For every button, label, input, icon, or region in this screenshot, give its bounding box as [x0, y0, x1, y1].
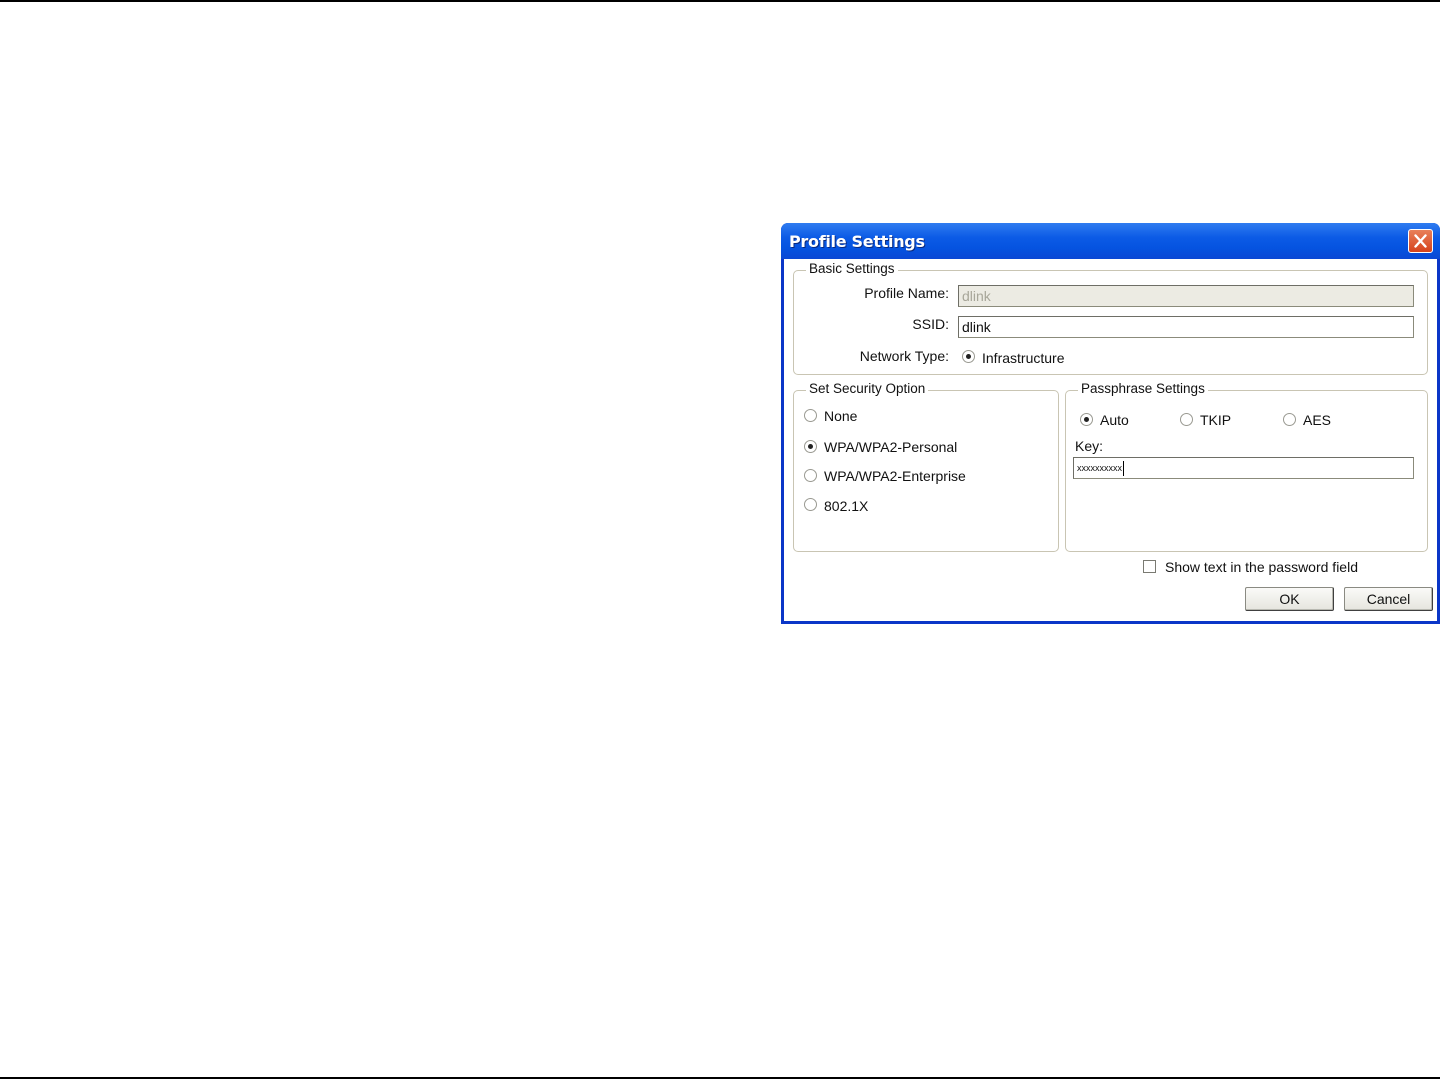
close-button[interactable] — [1408, 229, 1433, 253]
basic-settings-legend: Basic Settings — [806, 261, 898, 276]
security-wpa-enterprise-label: WPA/WPA2-Enterprise — [824, 468, 966, 484]
security-option-legend: Set Security Option — [806, 381, 929, 396]
passphrase-aes-radio[interactable] — [1283, 413, 1296, 426]
dialog-client-area: Basic Settings Profile Name: dlink SSID:… — [784, 259, 1437, 621]
passphrase-tkip-radio[interactable] — [1180, 413, 1193, 426]
dialog-title: Profile Settings — [789, 232, 925, 251]
page-top-rule — [0, 0, 1440, 2]
cancel-button[interactable]: Cancel — [1344, 587, 1433, 611]
passphrase-aes-label: AES — [1303, 412, 1332, 428]
show-text-checkbox[interactable] — [1143, 560, 1156, 573]
security-wpa-personal-label: WPA/WPA2-Personal — [824, 439, 958, 455]
network-type-label: Network Type: — [859, 348, 949, 364]
passphrase-settings-legend: Passphrase Settings — [1078, 381, 1208, 396]
key-label: Key: — [1075, 438, 1104, 454]
text-caret — [1123, 461, 1124, 476]
profile-settings-dialog: Profile Settings Basic Settings Profile … — [781, 223, 1440, 624]
key-field-value: xxxxxxxxxx — [1077, 462, 1122, 473]
security-none-label: None — [824, 408, 858, 424]
profile-name-label: Profile Name: — [864, 285, 949, 301]
ok-button[interactable]: OK — [1245, 587, 1334, 611]
ssid-label: SSID: — [912, 316, 949, 332]
security-wpa-personal-radio[interactable] — [804, 440, 817, 453]
profile-name-field[interactable]: dlink — [958, 285, 1414, 307]
security-wpa-enterprise-radio[interactable] — [804, 469, 817, 482]
page-bottom-rule — [0, 1077, 1440, 1079]
security-8021x-radio[interactable] — [804, 498, 817, 511]
security-8021x-label: 802.1X — [824, 498, 869, 514]
network-type-infrastructure-label: Infrastructure — [982, 350, 1065, 366]
key-field[interactable]: xxxxxxxxxx — [1073, 457, 1414, 479]
passphrase-tkip-label: TKIP — [1200, 412, 1232, 428]
security-none-radio[interactable] — [804, 409, 817, 422]
passphrase-auto-radio[interactable] — [1080, 413, 1093, 426]
network-type-infrastructure-radio[interactable] — [962, 350, 975, 363]
passphrase-auto-label: Auto — [1100, 412, 1129, 428]
show-text-label: Show text in the password field — [1165, 559, 1358, 575]
ssid-field[interactable]: dlink — [958, 316, 1414, 338]
close-icon — [1414, 234, 1427, 248]
dialog-titlebar: Profile Settings — [781, 223, 1440, 259]
